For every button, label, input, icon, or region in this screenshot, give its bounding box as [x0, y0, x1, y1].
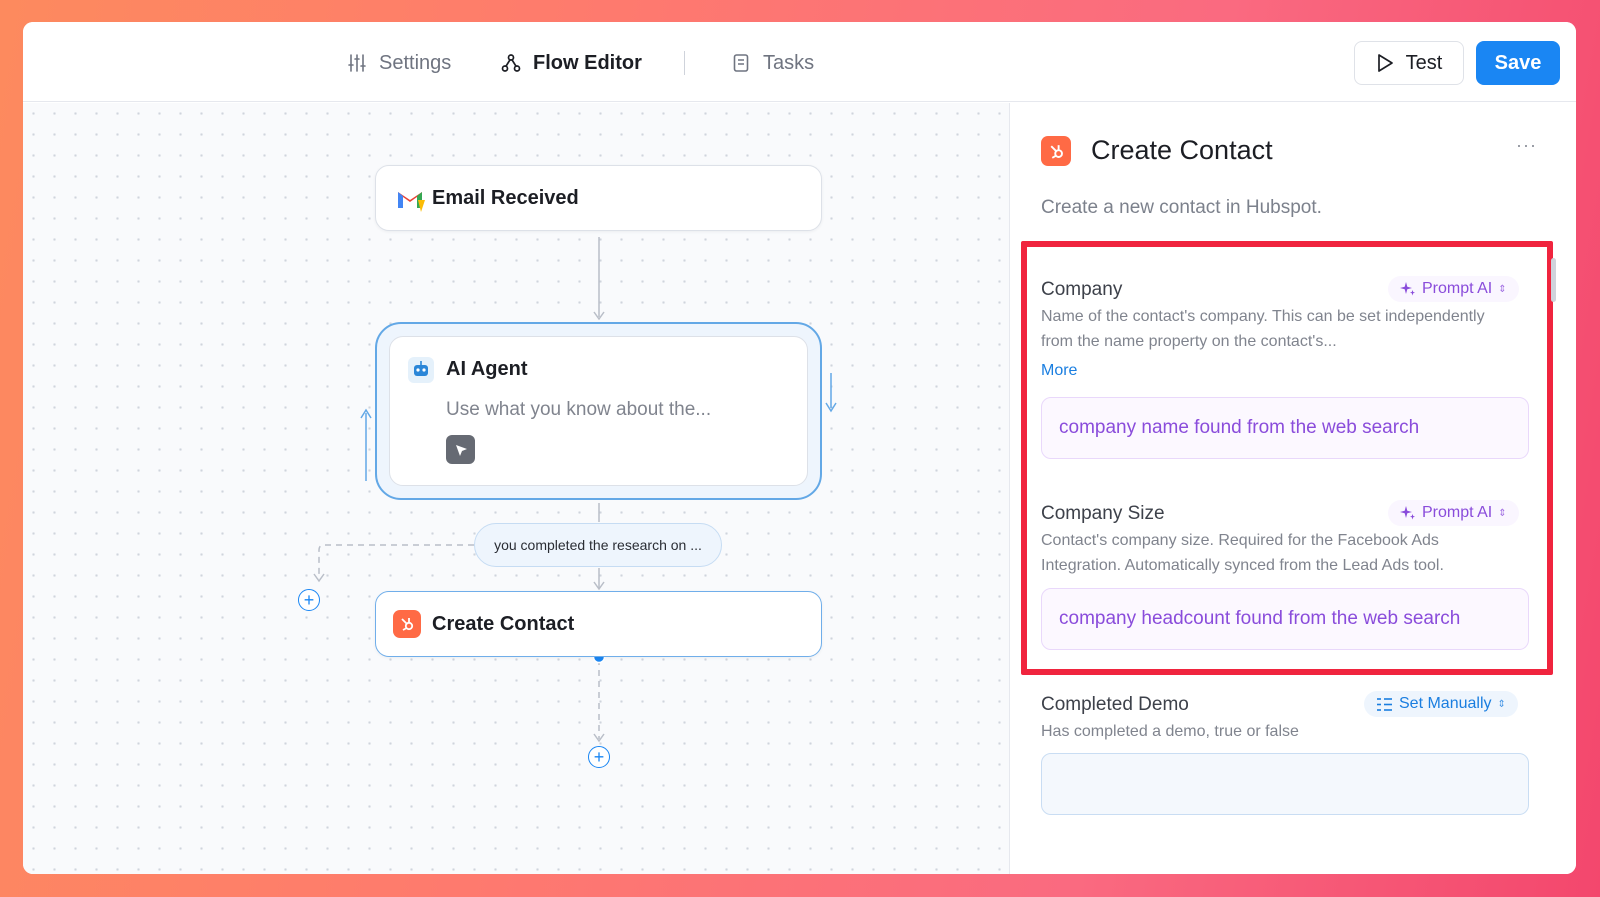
cursor-icon: [455, 444, 467, 456]
panel-scrollbar[interactable]: [1551, 258, 1556, 302]
chevron-updown-icon: ⇕: [1498, 283, 1507, 295]
panel-title: Create Contact: [1091, 135, 1273, 165]
flow-canvas[interactable]: Email Received AI Agent Use what you kno…: [23, 103, 1010, 874]
panel-description: Create a new contact in Hubspot.: [1041, 197, 1322, 218]
field-completed-demo-mode-select[interactable]: Set Manually ⇕: [1364, 691, 1518, 717]
tab-tasks-label: Tasks: [763, 51, 815, 74]
action-title: Create Contact: [432, 613, 575, 635]
action-node-create-contact[interactable]: Create Contact: [375, 591, 822, 657]
field-company-size-input[interactable]: company headcount found from the web sea…: [1041, 588, 1529, 650]
add-step-button[interactable]: +: [588, 746, 610, 768]
agent-loop-container: AI Agent Use what you know about the...: [375, 322, 822, 500]
agent-title: AI Agent: [446, 358, 528, 380]
plus-icon: +: [303, 590, 315, 610]
field-completed-demo-input[interactable]: [1041, 753, 1529, 815]
field-company-label: Company: [1041, 279, 1123, 300]
field-company-mode-select[interactable]: Prompt AI ⇕: [1388, 276, 1519, 302]
field-completed-demo-help: Has completed a demo, true or false: [1041, 723, 1299, 740]
field-company-size-label: Company Size: [1041, 503, 1165, 524]
field-company-size-help: Contact's company size. Required for the…: [1041, 532, 1444, 574]
tab-flow-editor-label: Flow Editor: [533, 51, 642, 74]
agent-node[interactable]: AI Agent Use what you know about the...: [389, 336, 808, 486]
field-company-mode-label: Prompt AI: [1422, 280, 1493, 297]
chevron-updown-icon: ⇕: [1498, 507, 1507, 519]
test-button[interactable]: Test: [1354, 41, 1464, 85]
field-company-input[interactable]: company name found from the web search: [1041, 397, 1529, 459]
plus-icon: +: [593, 747, 605, 767]
tab-flow-editor[interactable]: Flow Editor: [501, 48, 642, 78]
hubspot-icon: [1041, 136, 1071, 166]
field-company-size-mode-select[interactable]: Prompt AI ⇕: [1388, 500, 1519, 526]
condition-pill[interactable]: you completed the research on ...: [474, 523, 722, 567]
flow-icon: [501, 54, 521, 72]
field-company-help: Name of the contact's company. This can …: [1041, 308, 1485, 350]
robot-icon: [408, 357, 434, 383]
gmail-icon: [398, 192, 425, 212]
top-bar: Settings Flow Editor Tasks Test Save: [23, 22, 1576, 102]
hubspot-icon: [393, 610, 421, 638]
play-icon: [1377, 54, 1393, 72]
field-company-size-mode-label: Prompt AI: [1422, 504, 1493, 521]
document-icon: [733, 54, 749, 72]
test-button-label: Test: [1405, 51, 1443, 74]
list-icon: [1377, 697, 1392, 711]
add-branch-button[interactable]: +: [298, 589, 320, 611]
field-completed-demo-label: Completed Demo: [1041, 694, 1189, 715]
trigger-title: Email Received: [432, 187, 579, 209]
field-company-more-link[interactable]: More: [1041, 362, 1077, 380]
agent-subtitle: Use what you know about the...: [446, 399, 712, 420]
tab-divider: [684, 51, 685, 75]
tab-tasks[interactable]: Tasks: [731, 48, 814, 78]
tab-settings-label: Settings: [379, 51, 452, 74]
trigger-node-email-received[interactable]: Email Received: [375, 165, 822, 231]
step-config-panel: Create Contact ··· Create a new contact …: [1011, 103, 1576, 874]
save-button[interactable]: Save: [1476, 41, 1560, 85]
agent-tool-icon[interactable]: [446, 435, 475, 464]
field-completed-demo-mode-label: Set Manually: [1399, 695, 1492, 712]
tab-settings[interactable]: Settings: [347, 48, 451, 78]
sparkle-icon: [1400, 282, 1415, 296]
sparkle-icon: [1400, 506, 1415, 520]
more-options-icon[interactable]: ···: [1516, 135, 1537, 156]
app-window: Settings Flow Editor Tasks Test Save Ema…: [23, 22, 1576, 874]
sliders-icon: [348, 54, 366, 72]
chevron-updown-icon: ⇕: [1497, 698, 1506, 710]
